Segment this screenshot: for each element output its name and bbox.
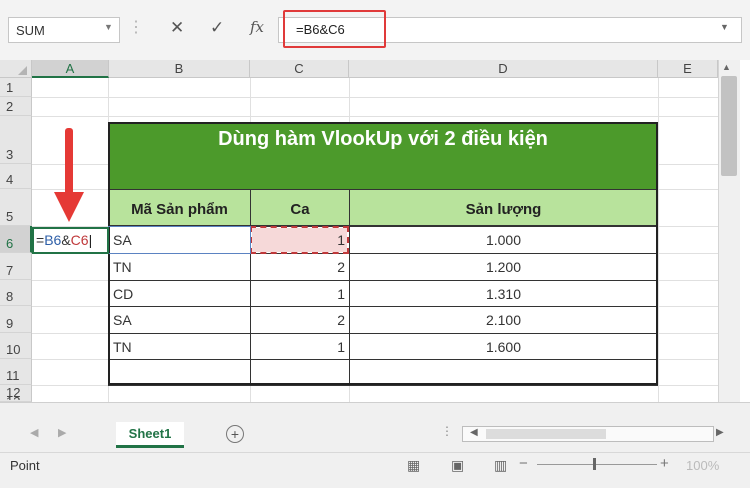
status-mode: Point [10,458,40,473]
select-all-corner[interactable] [0,60,32,78]
zoom-out-button[interactable]: − [519,455,528,472]
column-header-a[interactable]: A [32,60,109,78]
row-header-4[interactable]: 4 [0,164,32,189]
page-break-view-icon[interactable]: ▥ [494,457,507,474]
add-sheet-button[interactable]: + [226,425,244,443]
zoom-slider-thumb[interactable] [593,458,596,470]
row-header-13-partial: 13 [6,392,20,400]
select-all-triangle-icon [18,66,27,75]
previous-sheet-icon[interactable]: ◀ [30,426,38,439]
b6-reference-border [108,226,251,254]
row-header-3[interactable]: 3 [0,116,32,164]
formula-bar-grip-icon: ⋮ [128,17,144,43]
row-header-10[interactable]: 10 [0,333,32,359]
formula-highlight-box [283,10,386,48]
grid-line [32,116,718,117]
zoom-level[interactable]: 100% [686,458,719,473]
active-cell-formula[interactable]: =B6&C6| [36,232,92,248]
formula-ref-c6: C6 [70,232,89,248]
expand-formula-bar-icon[interactable]: ▼ [720,22,729,32]
tab-splitter-icon[interactable]: ⋮ [441,424,453,438]
scroll-right-icon[interactable]: ▶ [716,427,724,438]
row-header-8[interactable]: 8 [0,280,32,306]
formula-ref-b6: B6 [44,232,62,248]
row-header-5[interactable]: 5 [0,189,32,226]
horizontal-scroll-thumb[interactable] [486,429,606,439]
status-bar [0,452,750,488]
formula-ampersand: & [61,232,71,248]
text-cursor: | [88,232,93,248]
row-header-2[interactable]: 2 [0,97,32,116]
grid-line [658,78,659,402]
red-arrow-shaft [65,128,73,196]
red-arrow-head-icon [54,192,84,222]
vertical-scroll-thumb[interactable] [721,76,737,176]
normal-view-icon[interactable]: ▦ [407,457,420,474]
row-header-7[interactable]: 7 [0,253,32,280]
enter-button[interactable]: ✓ [210,18,224,38]
tab-sheet1[interactable]: Sheet1 [116,422,184,448]
column-header-d[interactable]: D [349,60,658,78]
page-layout-view-icon[interactable]: ▣ [451,457,464,474]
row-header-11[interactable]: 11 [0,359,32,385]
c6-reference-border [250,226,349,254]
insert-function-button[interactable]: fx [250,18,264,36]
zoom-slider-track[interactable] [537,464,657,465]
formula-equals: = [36,232,45,248]
grid-line [32,97,718,98]
scroll-left-icon[interactable]: ◀ [470,427,478,438]
next-sheet-icon[interactable]: ▶ [58,426,66,439]
row-header-6[interactable]: 6 [0,226,32,253]
column-header-b[interactable]: B [109,60,250,78]
row-header-9[interactable]: 9 [0,306,32,333]
zoom-in-button[interactable]: + [660,455,669,472]
scroll-up-icon[interactable]: ▲ [722,62,731,72]
row-header-1[interactable]: 1 [0,78,32,97]
column-header-e[interactable]: E [658,60,718,78]
name-box-dropdown-icon[interactable]: ▼ [104,22,113,32]
column-header-c[interactable]: C [250,60,349,78]
cancel-button[interactable]: ✕ [170,18,184,38]
